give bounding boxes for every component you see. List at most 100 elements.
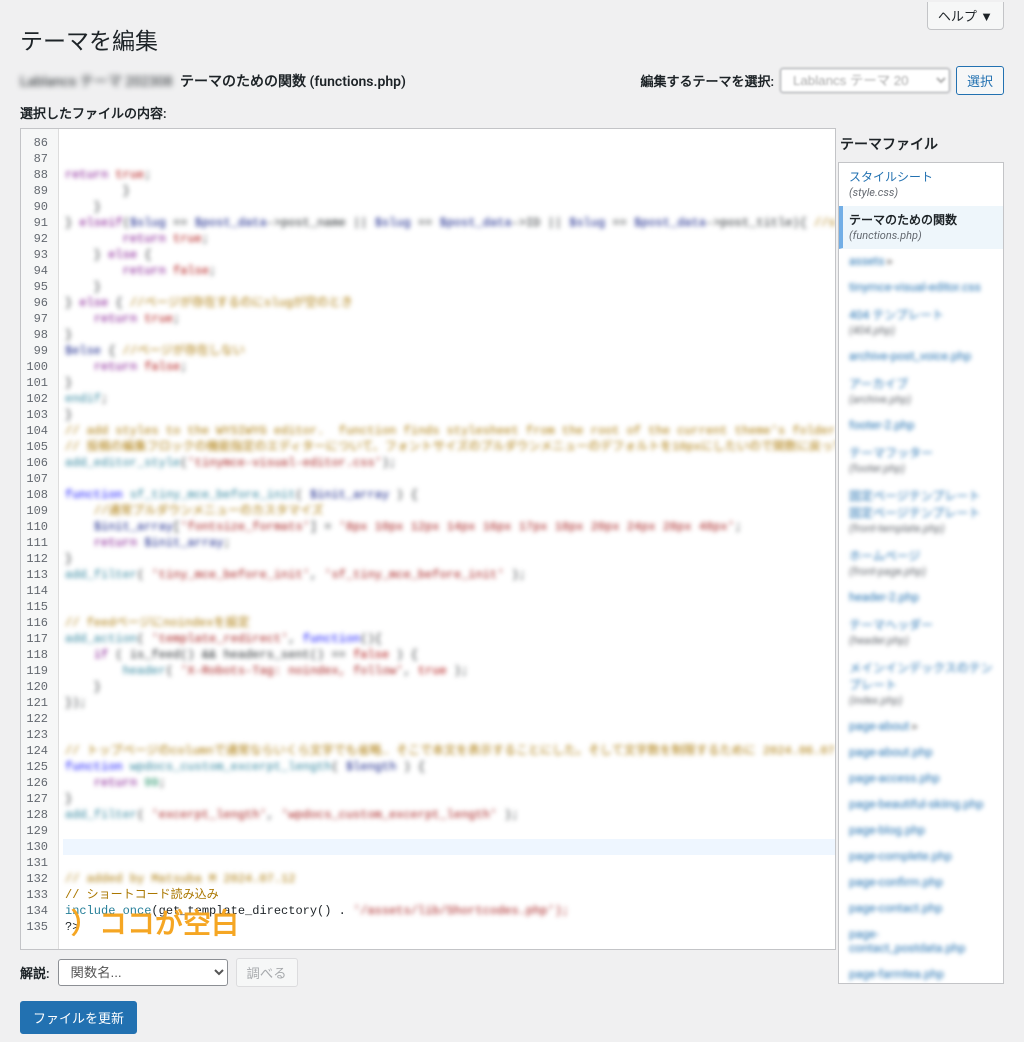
code-editor[interactable]: 8687888990919293949596979899100101102103… <box>20 128 836 950</box>
file-name: 404 テンプレート <box>849 306 993 323</box>
code-line[interactable] <box>63 583 836 599</box>
file-list-item[interactable]: page-contact.php <box>839 896 1003 922</box>
code-line[interactable]: } else { //ページが存在するのにslugが空のとき <box>63 295 836 311</box>
code-line[interactable]: $else { //ページが存在しない <box>63 343 836 359</box>
file-list[interactable]: スタイルシート(style.css)テーマのための関数(functions.ph… <box>838 162 1004 984</box>
page-title: テーマを編集 <box>20 22 1004 56</box>
file-desc: (index.php) <box>849 694 993 707</box>
file-desc: (footer.php) <box>849 462 993 475</box>
theme-select[interactable]: Lablancs テーマ 20 <box>780 68 950 93</box>
code-line[interactable]: return false; <box>63 263 836 279</box>
file-list-item[interactable]: assets <box>839 249 1003 275</box>
code-line[interactable] <box>63 727 836 743</box>
code-line[interactable] <box>63 935 836 950</box>
selected-file-label: 選択したファイルの内容: <box>20 103 1004 122</box>
code-line[interactable]: return true; <box>63 311 836 327</box>
code-line[interactable] <box>63 823 836 839</box>
code-line[interactable] <box>63 839 836 855</box>
file-list-item[interactable]: page-about <box>839 714 1003 740</box>
file-name: page-farmtea.php <box>849 967 993 981</box>
file-desc: (404.php) <box>849 324 993 337</box>
code-line[interactable]: // 投稿の編集フロックの機能指定のエディターについて、フォントサイズのプルダウ… <box>63 439 836 455</box>
code-line[interactable]: } <box>63 183 836 199</box>
code-line[interactable] <box>63 471 836 487</box>
code-line[interactable]: } <box>63 407 836 423</box>
file-list-item[interactable]: テーマのための関数(functions.php) <box>839 206 1003 249</box>
file-list-item[interactable]: page-about.php <box>839 740 1003 766</box>
code-line[interactable]: } <box>63 199 836 215</box>
file-desc: (front-page.php) <box>849 565 993 578</box>
file-list-item[interactable]: スタイルシート(style.css) <box>839 163 1003 206</box>
code-line[interactable]: }); <box>63 695 836 711</box>
file-name: page-blog.php <box>849 823 993 837</box>
code-line[interactable]: $init_array['fontsize_formats'] = '8px 1… <box>63 519 836 535</box>
file-desc: (style.css) <box>849 186 993 199</box>
code-line[interactable]: if ( is_feed() && headers_sent() == fals… <box>63 647 836 663</box>
code-line[interactable]: function sf_tiny_mce_before_init( $init_… <box>63 487 836 503</box>
file-name: page-confirm.php <box>849 875 993 889</box>
docs-select[interactable]: 関数名... <box>58 959 228 986</box>
code-area[interactable]: return true; } }} elseif($slug == $post_… <box>59 129 836 949</box>
code-line[interactable]: } <box>63 327 836 343</box>
file-list-item[interactable]: page-blog.php <box>839 818 1003 844</box>
code-line[interactable]: } <box>63 679 836 695</box>
code-line[interactable]: add_filter( 'excerpt_length', 'wpdocs_cu… <box>63 807 836 823</box>
code-line[interactable]: } <box>63 279 836 295</box>
code-line[interactable]: add_editor_style('tinymce-visual-editor.… <box>63 455 836 471</box>
help-tab[interactable]: ヘルプ ▼ <box>927 2 1004 30</box>
file-list-item[interactable]: 404 テンプレート(404.php) <box>839 301 1003 344</box>
code-line[interactable]: include_once(get_template_directory() . … <box>63 903 836 919</box>
file-list-item[interactable]: page-contact_postdata.php <box>839 922 1003 962</box>
file-list-item[interactable]: tinymce-visual-editor.css <box>839 275 1003 301</box>
code-line[interactable]: // feedページにnoindexを設定 <box>63 615 836 631</box>
code-line[interactable]: ?> <box>63 919 836 935</box>
file-list-item[interactable]: ホームページ(front-page.php) <box>839 542 1003 585</box>
code-line[interactable] <box>63 599 836 615</box>
lookup-button[interactable]: 調べる <box>236 958 298 987</box>
code-line[interactable]: } elseif($slug == $post_data->post_name … <box>63 215 836 231</box>
file-name: page-about.php <box>849 745 993 759</box>
code-line[interactable]: function wpdocs_custom_excerpt_length( $… <box>63 759 836 775</box>
code-line[interactable]: // added by Matsuba M 2024.07.12 <box>63 871 836 887</box>
code-line[interactable]: } else { <box>63 247 836 263</box>
file-name: tinymce-visual-editor.css <box>849 280 993 294</box>
code-line[interactable]: return true; <box>63 167 836 183</box>
code-line[interactable]: return 99; <box>63 775 836 791</box>
file-list-item[interactable]: メインインデックスのテンプレート(index.php) <box>839 654 1003 714</box>
code-line[interactable]: // トップページのcolumnで通常ならいくら文字でも省略… そこで本文を表示… <box>63 743 836 759</box>
file-list-item[interactable]: page-access.php <box>839 766 1003 792</box>
code-line[interactable] <box>63 711 836 727</box>
file-name: メインインデックスのテンプレート <box>849 659 993 693</box>
code-line[interactable]: } <box>63 791 836 807</box>
select-button[interactable]: 選択 <box>956 66 1004 95</box>
code-line[interactable]: // add styles to the WYSIWYG editor. fun… <box>63 423 836 439</box>
code-line[interactable]: } <box>63 551 836 567</box>
file-list-item[interactable]: footer-2.php <box>839 413 1003 439</box>
code-line[interactable] <box>63 855 836 871</box>
code-line[interactable]: header( 'X-Robots-Tag: noindex, follow',… <box>63 663 836 679</box>
file-list-item[interactable]: archive-post_voice.php <box>839 344 1003 370</box>
file-list-item[interactable]: アーカイブ(archive.php) <box>839 370 1003 413</box>
file-list-item[interactable]: page-confirm.php <box>839 870 1003 896</box>
file-name: ホームページ <box>849 547 993 564</box>
file-name: assets <box>849 254 993 268</box>
file-list-item[interactable]: 固定ページテンプレート 固定ページテンプレート(front-template.p… <box>839 482 1003 542</box>
code-line[interactable]: // ショートコード読み込み <box>63 887 836 903</box>
code-line[interactable]: endif; <box>63 391 836 407</box>
code-line[interactable]: //通常プルダウンメニューのカスタマイズ <box>63 503 836 519</box>
file-desc: (front-template.php) <box>849 522 993 535</box>
file-list-item[interactable]: テーマフッター(footer.php) <box>839 439 1003 482</box>
code-line[interactable]: } <box>63 375 836 391</box>
file-list-item[interactable]: page-farmtea.php <box>839 962 1003 984</box>
file-list-item[interactable]: テーマヘッダー(header.php) <box>839 611 1003 654</box>
update-file-button[interactable]: ファイルを更新 <box>20 1001 137 1034</box>
code-line[interactable]: add_action( 'template_redirect', functio… <box>63 631 836 647</box>
file-name: アーカイブ <box>849 375 993 392</box>
file-list-item[interactable]: page-beautiful-skiing.php <box>839 792 1003 818</box>
file-list-item[interactable]: page-complete.php <box>839 844 1003 870</box>
code-line[interactable]: return true; <box>63 231 836 247</box>
file-list-item[interactable]: header-2.php <box>839 585 1003 611</box>
code-line[interactable]: return false; <box>63 359 836 375</box>
code-line[interactable]: add_filter( 'tiny_mce_before_init', 'sf_… <box>63 567 836 583</box>
code-line[interactable]: return $init_array; <box>63 535 836 551</box>
